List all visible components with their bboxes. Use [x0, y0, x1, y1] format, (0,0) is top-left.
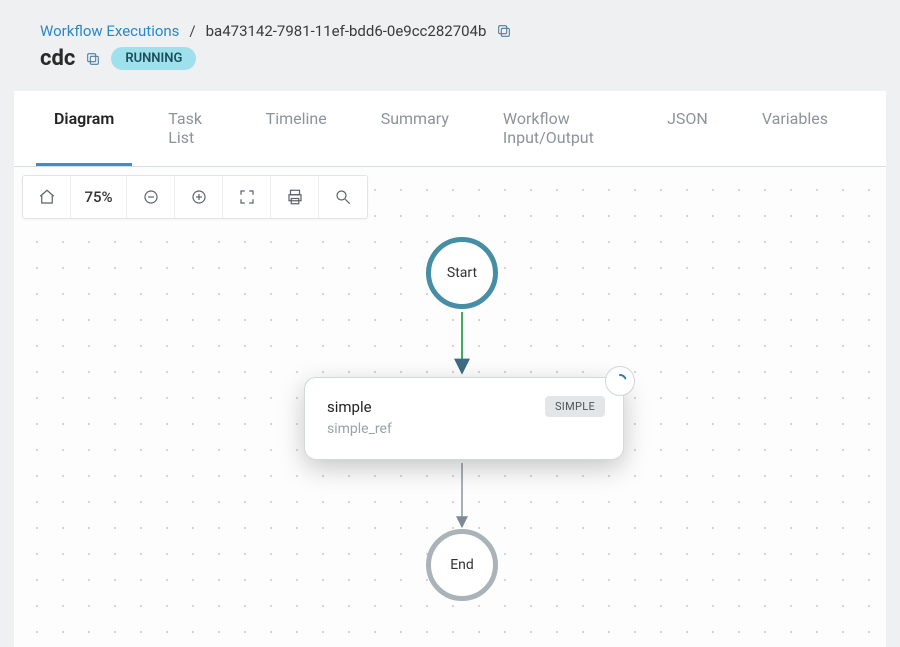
- copy-workflow-name-icon[interactable]: [85, 51, 101, 67]
- breadcrumb: Workflow Executions / ba473142-7981-11ef…: [40, 22, 860, 40]
- task-node[interactable]: simple SIMPLE simple_ref: [304, 377, 624, 460]
- task-ref: simple_ref: [327, 421, 605, 437]
- end-node[interactable]: End: [426, 529, 498, 601]
- tab-summary[interactable]: Summary: [363, 91, 467, 166]
- zoom-level-display: 75%: [71, 176, 127, 218]
- task-name: simple: [327, 398, 372, 416]
- breadcrumb-separator: /: [189, 22, 195, 40]
- tab-timeline[interactable]: Timeline: [248, 91, 345, 166]
- search-button[interactable]: [319, 176, 367, 218]
- breadcrumb-parent-link[interactable]: Workflow Executions: [40, 22, 179, 40]
- diagram-canvas[interactable]: 75% Start: [14, 167, 886, 647]
- print-button[interactable]: [271, 176, 319, 218]
- copy-execution-id-icon[interactable]: [496, 23, 512, 39]
- status-badge: RUNNING: [111, 47, 196, 70]
- fit-to-screen-button[interactable]: [223, 176, 271, 218]
- task-type-badge: SIMPLE: [545, 396, 605, 417]
- execution-id: ba473142-7981-11ef-bdd6-0e9cc282704b: [206, 22, 487, 40]
- title-row: cdc RUNNING: [40, 46, 860, 71]
- start-node-label: Start: [447, 265, 477, 281]
- zoom-in-button[interactable]: [175, 176, 223, 218]
- start-node[interactable]: Start: [426, 237, 498, 309]
- diagram-toolbar: 75%: [22, 175, 368, 219]
- tab-task-list[interactable]: Task List: [150, 91, 229, 166]
- header: Workflow Executions / ba473142-7981-11ef…: [0, 0, 900, 81]
- tab-workflow-input-output[interactable]: Workflow Input/Output: [485, 91, 631, 166]
- tab-json[interactable]: JSON: [649, 91, 726, 166]
- end-node-label: End: [450, 557, 474, 573]
- tab-diagram[interactable]: Diagram: [36, 91, 132, 166]
- tab-variables[interactable]: Variables: [744, 91, 846, 166]
- zoom-out-button[interactable]: [127, 176, 175, 218]
- task-running-spinner-icon: [605, 366, 635, 396]
- workflow-name: cdc: [40, 46, 75, 71]
- tabs-bar: DiagramTask List TimelineSummaryWorkflow …: [14, 91, 886, 167]
- home-button[interactable]: [23, 176, 71, 218]
